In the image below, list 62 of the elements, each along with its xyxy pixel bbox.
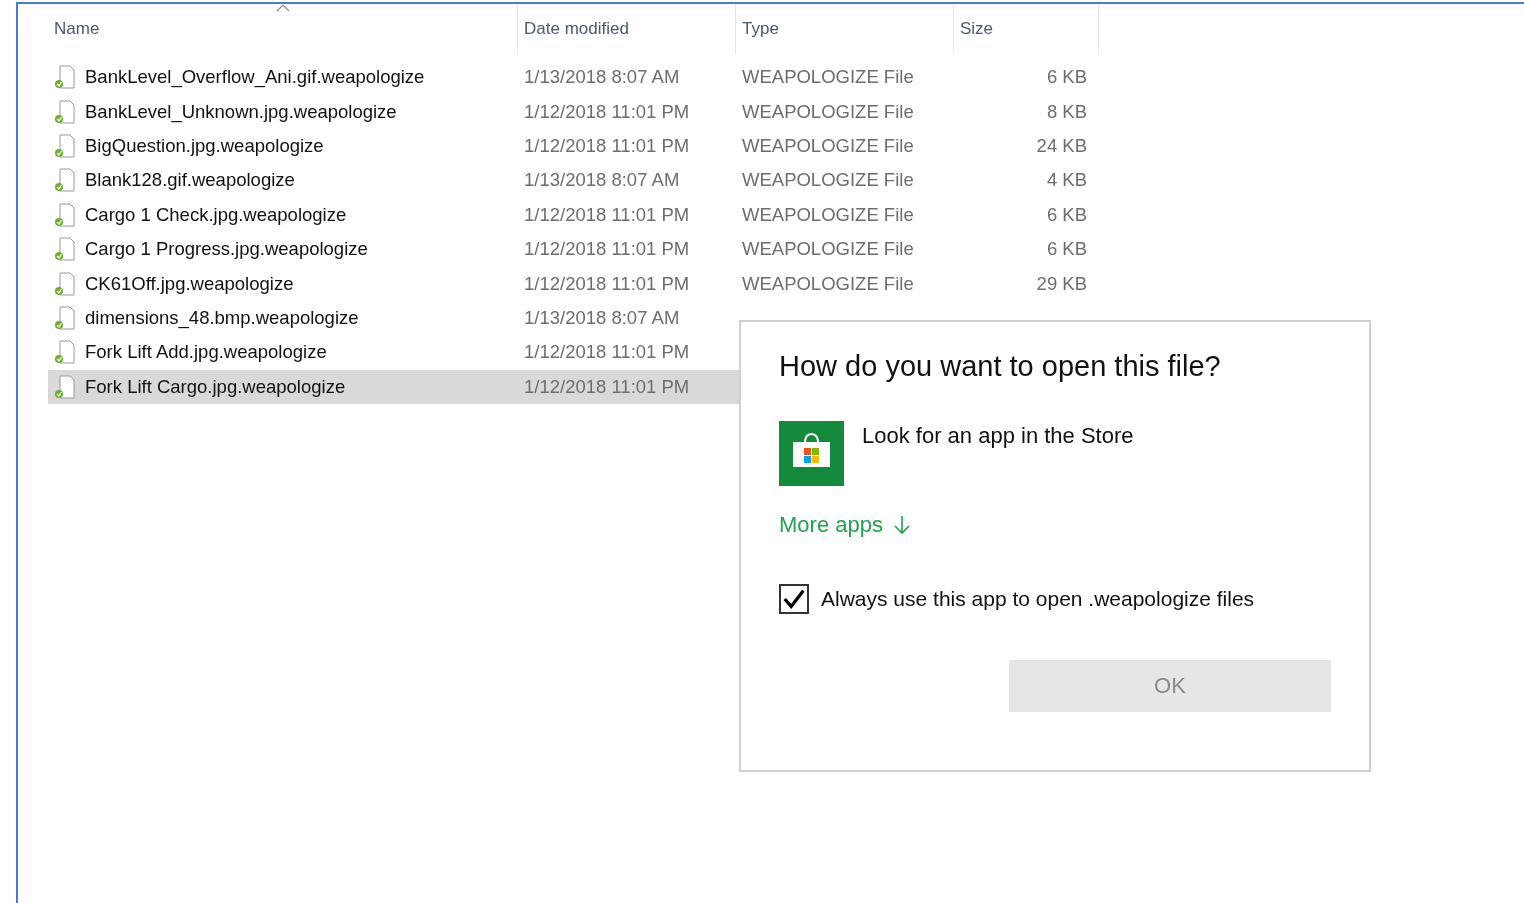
file-row[interactable]: Cargo 1 Progress.jpg.weapologize 1/12/2018 11:01 PM WEAPOLOGIZE File 6 KB [48,231,1099,267]
date-modified: 1/12/2018 11:01 PM [524,375,690,397]
column-header[interactable]: Name [48,4,518,54]
file-type: WEAPOLOGIZE File [742,203,914,225]
file-row[interactable]: BankLevel_Overflow_Ani.gif.weapologize 1/13/2018 8:07 AM WEAPOLOGIZE File 6 KB [48,60,1099,95]
column-header[interactable]: Size [954,4,1099,54]
file-name: Fork Lift Cargo.jpg.weapologize [85,375,346,398]
file-icon [54,133,76,158]
file-icon [54,271,76,296]
file-icon [54,202,76,227]
file-icon [54,340,76,365]
file-icon [54,305,76,330]
date-modified: 1/13/2018 8:07 AM [524,169,680,191]
file-name: Cargo 1 Progress.jpg.weapologize [85,238,368,261]
file-type: WEAPOLOGIZE File [742,169,914,191]
file-icon [54,168,76,193]
checkbox[interactable] [779,584,809,614]
file-type: WEAPOLOGIZE File [742,134,914,156]
file-icon [54,237,76,262]
file-row[interactable]: BankLevel_Unknown.jpg.weapologize 1/12/2018 11:01 PM WEAPOLOGIZE File 8 KB [48,94,1099,129]
file-type: WEAPOLOGIZE File [742,272,914,294]
file-row[interactable]: BigQuestion.jpg.weapologize 1/12/2018 11:01 PM WEAPOLOGIZE File 24 KB [48,128,1099,164]
file-row[interactable]: dimensions_48.bmp.weapologize 1/13/2018 8:07 AM [48,300,1099,336]
date-modified: 1/13/2018 8:07 AM [524,66,680,88]
store-bag-icon [779,421,844,486]
date-modified: 1/12/2018 11:01 PM [524,272,690,294]
file-row[interactable]: CK61Off.jpg.weapologize 1/12/2018 11:01 PM WEAPOLOGIZE File 29 KB [48,266,1099,301]
file-size: 8 KB [1046,100,1087,122]
file-size: 6 KB [1046,203,1087,225]
file-name: CK61Off.jpg.weapologize [85,272,294,295]
file-size: 4 KB [1046,169,1087,191]
column-header[interactable]: Date modified [518,4,736,54]
file-size: 6 KB [1046,238,1087,260]
file-size: 6 KB [1046,66,1087,88]
down-arrow-icon [892,515,911,535]
file-type: WEAPOLOGIZE File [742,238,914,260]
file-icon [54,99,76,124]
date-modified: 1/12/2018 11:01 PM [524,134,690,156]
file-row[interactable]: Cargo 1 Check.jpg.weapologize 1/12/2018 11:01 PM WEAPOLOGIZE File 6 KB [48,197,1099,232]
sort-caret-icon [275,4,290,12]
file-icon [54,65,76,90]
file-name: Fork Lift Add.jpg.weapologize [85,341,327,364]
file-name: BankLevel_Unknown.jpg.weapologize [85,100,397,123]
file-row[interactable]: Blank128.gif.weapologize 1/13/2018 8:07 AM WEAPOLOGIZE File 4 KB [48,163,1099,198]
file-name: BigQuestion.jpg.weapologize [85,134,324,157]
date-modified: 1/12/2018 11:01 PM [524,100,690,122]
date-modified: 1/13/2018 8:07 AM [524,306,680,328]
file-size: 29 KB [1036,272,1087,294]
file-type: WEAPOLOGIZE File [742,100,914,122]
file-name: BankLevel_Overflow_Ani.gif.weapologize [85,66,425,89]
file-icon [54,374,76,399]
date-modified: 1/12/2018 11:01 PM [524,341,690,363]
file-size: 24 KB [1036,134,1087,156]
file-type: WEAPOLOGIZE File [742,66,914,88]
date-modified: 1/12/2018 11:01 PM [524,203,690,225]
column-header[interactable]: Type [736,4,954,54]
file-name: dimensions_48.bmp.weapologize [85,306,359,329]
file-name: Cargo 1 Check.jpg.weapologize [85,203,347,226]
store-app-option[interactable]: Look for an app in the Store [779,421,1331,486]
file-name: Blank128.gif.weapologize [85,169,295,192]
checkbox-label: Always use this app to open .weapologize files [821,587,1255,611]
date-modified: 1/12/2018 11:01 PM [524,238,690,260]
